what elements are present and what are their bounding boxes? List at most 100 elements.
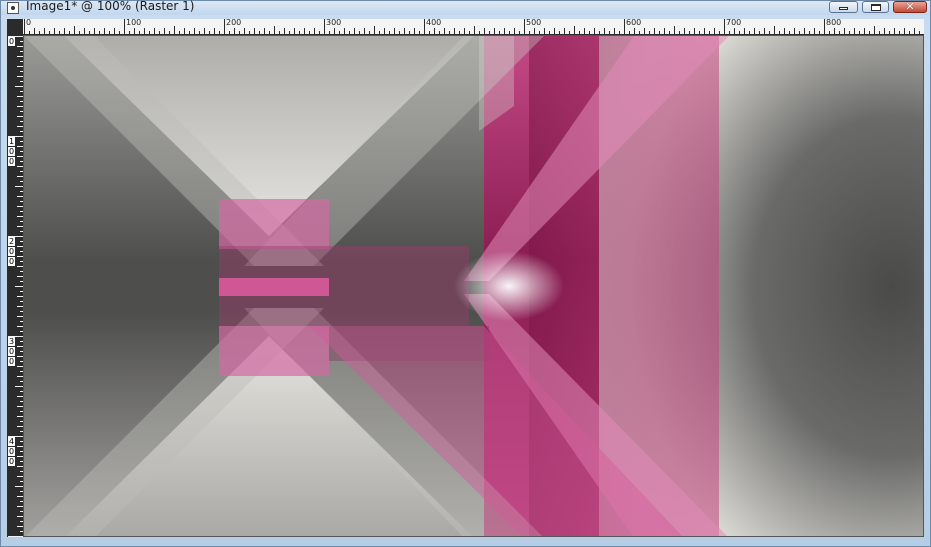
ruler-tick (354, 28, 355, 34)
ruler-tick (309, 31, 310, 34)
ruler-tick (724, 19, 725, 34)
ruler-tick (819, 31, 820, 34)
ruler-tick (729, 31, 730, 34)
ruler-tick (909, 31, 910, 34)
ruler-tick (869, 31, 870, 34)
camera-icon[interactable] (7, 2, 19, 14)
ruler-tick (464, 28, 465, 34)
minimize-button[interactable] (829, 1, 858, 13)
window-title: Image1* @ 100% (Raster 1) (26, 0, 195, 13)
ruler-tick (84, 28, 85, 34)
ruler-tick (164, 28, 165, 34)
ruler-tick (429, 31, 430, 34)
ruler-tick (159, 31, 160, 34)
ruler-tick (679, 31, 680, 34)
ruler-tick (94, 28, 95, 34)
ruler-tick (739, 31, 740, 34)
ruler-label: 0 (8, 157, 15, 166)
ruler-tick (609, 31, 610, 34)
ruler-tick (149, 31, 150, 34)
ruler-tick (189, 31, 190, 34)
ruler-tick (24, 19, 25, 34)
ruler-tick (184, 28, 185, 34)
ruler-tick (39, 31, 40, 34)
ruler-tick (124, 19, 125, 34)
ruler-tick (109, 31, 110, 34)
ruler-tick (904, 28, 905, 34)
ruler-tick (544, 28, 545, 34)
ruler-tick (649, 31, 650, 34)
ruler-tick (269, 31, 270, 34)
ruler-tick (279, 31, 280, 34)
ruler-tick (894, 28, 895, 34)
ruler-tick (774, 26, 775, 34)
ruler-label: 600 (626, 19, 642, 27)
ruler-tick (699, 31, 700, 34)
ruler-tick (639, 31, 640, 34)
ruler-label: 0 (8, 347, 15, 356)
ruler-tick (329, 31, 330, 34)
ruler-tick (59, 31, 60, 34)
ruler-tick (264, 28, 265, 34)
ruler-tick (529, 31, 530, 34)
ruler-tick (434, 28, 435, 34)
ruler-tick (34, 28, 35, 34)
ruler-tick (794, 28, 795, 34)
ruler-tick (379, 31, 380, 34)
ruler-tick (214, 28, 215, 34)
ruler-tick (584, 28, 585, 34)
ruler-tick (424, 19, 425, 34)
ruler-tick (364, 28, 365, 34)
ruler-tick (914, 28, 915, 34)
ruler-tick (759, 31, 760, 34)
ruler-tick (704, 28, 705, 34)
ruler-tick (614, 28, 615, 34)
ruler-tick (669, 31, 670, 34)
ruler-tick (369, 31, 370, 34)
ruler-tick (764, 28, 765, 34)
ruler-tick (854, 28, 855, 34)
ruler-tick (274, 26, 275, 34)
ruler-tick (839, 31, 840, 34)
ruler-tick (219, 31, 220, 34)
ruler-tick (49, 31, 50, 34)
ruler-label: 3 (8, 337, 15, 346)
ruler-tick (139, 31, 140, 34)
ruler-tick (634, 28, 635, 34)
ruler-tick (624, 19, 625, 34)
ruler-tick (744, 28, 745, 34)
ruler-tick (749, 31, 750, 34)
ruler-label: 200 (226, 19, 242, 27)
ruler-tick (89, 31, 90, 34)
ruler-tick (319, 31, 320, 34)
ruler-tick (15, 386, 23, 387)
ruler-tick (179, 31, 180, 34)
ruler-tick (259, 31, 260, 34)
ruler-tick (484, 28, 485, 34)
ruler-tick (339, 31, 340, 34)
ruler-tick (574, 26, 575, 34)
ruler-tick (549, 31, 550, 34)
ruler-tick (479, 31, 480, 34)
ruler-tick (459, 31, 460, 34)
ruler-label: 0 (8, 247, 15, 256)
ruler-tick (684, 28, 685, 34)
ruler-tick (374, 26, 375, 34)
ruler-tick (249, 31, 250, 34)
ruler-label: 0 (26, 19, 32, 27)
ruler-label: 0 (8, 357, 15, 366)
close-button[interactable]: ✕ (893, 1, 927, 13)
ruler-label: 4 (8, 437, 15, 446)
ruler-tick (29, 31, 30, 34)
ruler-tick (499, 31, 500, 34)
ruler-tick (509, 31, 510, 34)
ruler-tick (199, 31, 200, 34)
ruler-tick (789, 31, 790, 34)
ruler-tick (69, 31, 70, 34)
ruler-tick (399, 31, 400, 34)
maximize-button[interactable] (862, 1, 889, 13)
image-canvas[interactable] (23, 35, 924, 537)
ruler-tick (254, 28, 255, 34)
title-bar[interactable]: Image1* @ 100% (Raster 1) ✕ (1, 0, 930, 15)
ruler-tick (599, 31, 600, 34)
